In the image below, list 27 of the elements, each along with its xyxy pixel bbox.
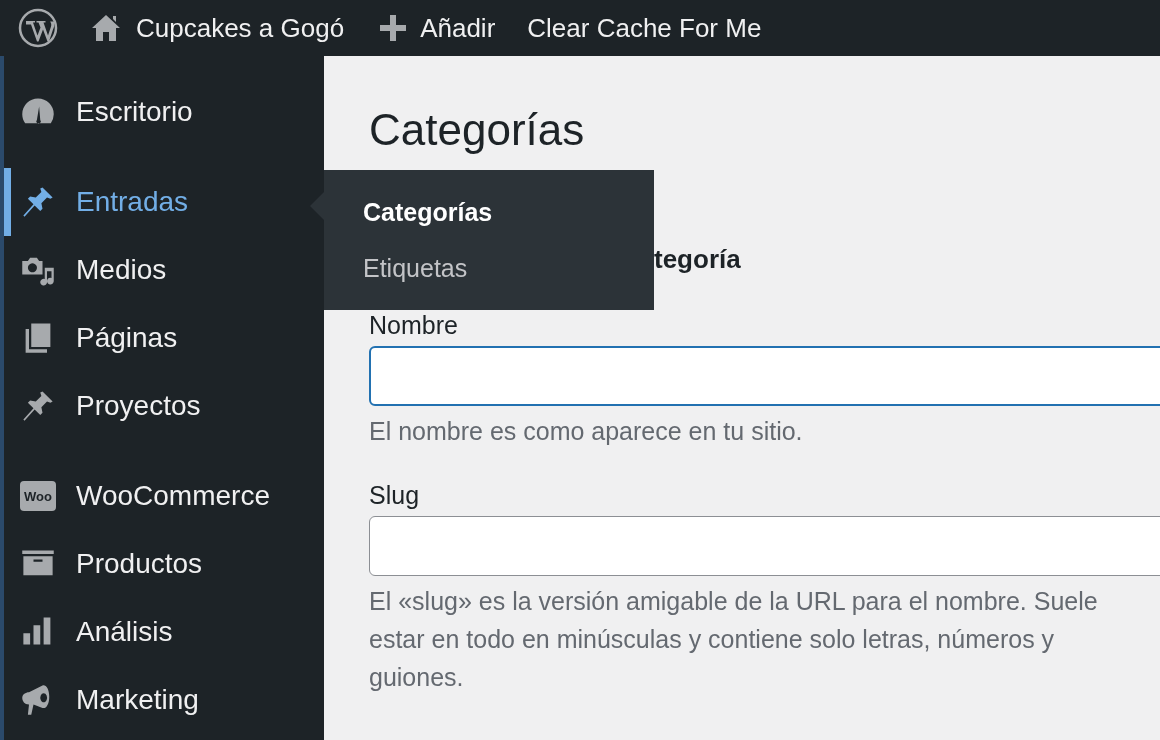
home-icon [90, 12, 122, 44]
section-heading: tegoría [654, 244, 742, 276]
submenu-item[interactable]: Etiquetas [363, 254, 654, 310]
pin-icon [20, 388, 56, 424]
sidebar-menu-item[interactable]: Proyectos [4, 372, 324, 440]
sidebar-menu-item[interactable]: Medios [4, 236, 324, 304]
text-input-field[interactable] [369, 516, 1160, 576]
sidebar-menu-item[interactable]: Escritorio [4, 78, 324, 146]
clear-cache-link[interactable]: Clear Cache For Me [527, 12, 762, 44]
plus-icon [380, 15, 407, 41]
page-title: Categorías [369, 104, 586, 156]
text-input-field[interactable] [369, 346, 1160, 406]
sidebar-menu-item[interactable]: Marketing [4, 666, 324, 734]
sidebar-menu-item[interactable]: Páginas [4, 304, 324, 372]
field-description: El «slug» es la versión amigable de la URL para el nombre. Suele estar en todo en minúsculas y contiene solo letras, números y guiones. [369, 586, 1099, 693]
sidebar-menu-item[interactable]: Woo WooCommerce [4, 462, 324, 530]
pin-icon [20, 184, 56, 220]
sidebar-menu-item[interactable]: Productos [4, 530, 324, 598]
sidebar-menu-item[interactable]: Análisis [4, 598, 324, 666]
submenu-item[interactable]: Categorías [363, 198, 654, 254]
woo-icon: Woo [20, 481, 56, 511]
add-new-link[interactable]: Añadir [420, 12, 496, 44]
field-description: El nombre es como aparece en tu sitio. [369, 416, 804, 447]
field-label: Nombre [369, 310, 459, 340]
wordpress-logo-icon[interactable] [18, 8, 58, 48]
field-label: Slug [369, 480, 421, 510]
site-name-link[interactable]: Cupcakes a Gogó [136, 12, 345, 44]
